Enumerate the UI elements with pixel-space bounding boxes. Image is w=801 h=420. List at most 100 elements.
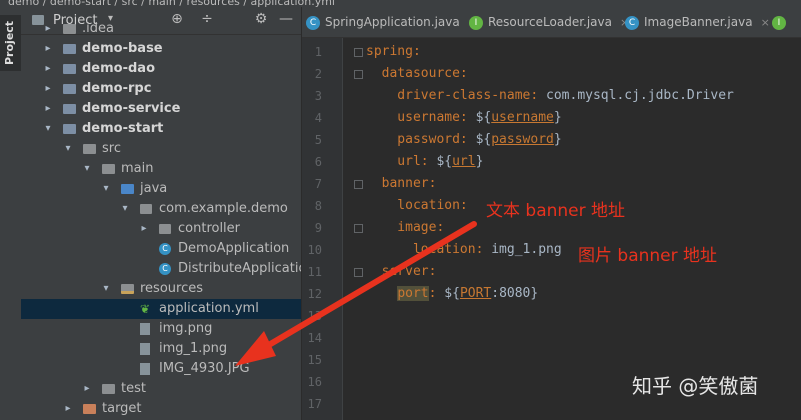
tree-item-label: java	[140, 181, 168, 196]
tree-item[interactable]: ▸ demo-dao	[21, 59, 301, 79]
breadcrumb-text: demo / demo-start / src / main / resourc…	[8, 0, 335, 7]
code-token: image:	[366, 220, 445, 235]
tree-item-label: DistributeApplication	[178, 261, 301, 276]
breadcrumb: demo / demo-start / src / main / resourc…	[0, 0, 801, 7]
tree-item[interactable]: ▸ demo-service	[21, 99, 301, 119]
folder-icon	[102, 384, 115, 394]
tree-item-label: demo-dao	[82, 61, 156, 76]
editor-tab[interactable]: I	[772, 7, 791, 37]
line-number: 3	[314, 89, 322, 103]
tree-item-label: target	[102, 401, 142, 416]
resources-folder-icon	[121, 284, 134, 294]
collapsed-arrow-icon[interactable]: ▸	[43, 39, 53, 59]
collapsed-arrow-icon[interactable]: ▸	[43, 79, 53, 99]
tree-item[interactable]: ▸ demo-base	[21, 39, 301, 59]
close-icon[interactable]: ×	[761, 16, 770, 29]
module-icon	[63, 64, 76, 74]
editor-tab-label: ResourceLoader.java	[488, 15, 612, 29]
code-token: com.mysql.cj.jdbc.Driver	[546, 88, 734, 103]
line-number: 9	[314, 221, 322, 235]
code-editor[interactable]: spring: datasource: driver-class-name: c…	[343, 38, 801, 420]
code-token: }	[553, 132, 562, 147]
target-folder-icon	[83, 404, 96, 414]
collapsed-arrow-icon[interactable]: ▸	[43, 59, 53, 79]
line-number: 14	[307, 331, 322, 345]
tree-item[interactable]: ▾ resources	[21, 279, 301, 299]
expanded-arrow-icon[interactable]: ▾	[43, 119, 53, 139]
line-number: 16	[307, 375, 322, 389]
tree-item[interactable]: ▾ com.example.demo	[21, 199, 301, 219]
tree-item[interactable]: img_1.png	[21, 339, 301, 359]
class-icon: C	[625, 15, 639, 30]
editor-tab[interactable]: CSpringApplication.java×	[306, 7, 477, 37]
code-line: port: ${PORT:8080}	[366, 283, 538, 305]
code-line: spring:	[366, 41, 421, 63]
tree-item-label: src	[102, 141, 121, 156]
editor-tab[interactable]: IResourceLoader.java×	[469, 7, 629, 37]
tree-item[interactable]: ▾ demo-start	[21, 119, 301, 139]
java-source-folder-icon	[121, 184, 134, 194]
line-number: 5	[314, 133, 322, 147]
tree-item[interactable]: ▸ target	[21, 399, 301, 419]
tree-item-label: com.example.demo	[159, 201, 288, 216]
package-icon	[159, 224, 171, 234]
code-token: username	[491, 110, 554, 125]
collapsed-arrow-icon[interactable]: ▸	[82, 379, 92, 399]
code-token: username:	[366, 110, 476, 125]
code-line: driver-class-name: com.mysql.cj.jdbc.Dri…	[366, 85, 734, 107]
collapsed-arrow-icon[interactable]: ▸	[43, 19, 53, 39]
code-token: PORT	[459, 286, 492, 301]
expanded-arrow-icon[interactable]: ▾	[120, 199, 130, 219]
image-file-icon	[140, 343, 150, 355]
tree-item[interactable]: IMG_4930.JPG	[21, 359, 301, 379]
editor-tab[interactable]: C ImageBanner.java ×	[625, 7, 770, 37]
editor-tab-bar: CSpringApplication.java×IResourceLoader.…	[302, 7, 801, 38]
code-token: img_1.png	[491, 242, 562, 257]
code-token: banner:	[366, 176, 437, 191]
code-token: ${	[444, 286, 460, 301]
folder-icon	[83, 144, 96, 154]
image-file-icon	[140, 363, 150, 375]
collapsed-arrow-icon[interactable]: ▸	[139, 219, 149, 239]
tree-item[interactable]: ▸ test	[21, 379, 301, 399]
code-line: location: img_1.png	[366, 239, 562, 261]
code-token: port	[397, 286, 429, 301]
line-number: 12	[307, 287, 322, 301]
tree-item[interactable]: ❦ application.yml	[21, 299, 301, 319]
expanded-arrow-icon[interactable]: ▾	[101, 179, 111, 199]
editor-tab-label: SpringApplication.java	[325, 15, 460, 29]
code-token: password	[491, 132, 554, 147]
annotation-text-banner: 文本 banner 地址	[486, 201, 626, 221]
code-token: }	[475, 154, 484, 169]
folder-icon	[102, 164, 115, 174]
tree-item[interactable]: ▾ java	[21, 179, 301, 199]
line-number: 10	[307, 243, 322, 257]
package-icon	[140, 204, 152, 214]
code-token: :	[428, 286, 445, 301]
line-number: 2	[314, 67, 322, 81]
code-line: datasource:	[366, 63, 468, 85]
expanded-arrow-icon[interactable]: ▾	[63, 139, 73, 159]
code-token: location:	[366, 198, 468, 213]
collapsed-arrow-icon[interactable]: ▸	[43, 99, 53, 119]
line-number: 15	[307, 353, 322, 367]
expanded-arrow-icon[interactable]: ▾	[101, 279, 111, 299]
tree-item[interactable]: ▾ src	[21, 139, 301, 159]
tree-item[interactable]: ▸ .idea	[21, 19, 301, 39]
tree-item[interactable]: ▸ controller	[21, 219, 301, 239]
tree-item-label: resources	[140, 281, 204, 296]
tree-item[interactable]: ▾ main	[21, 159, 301, 179]
tree-item[interactable]: C DemoApplication	[21, 239, 301, 259]
collapsed-arrow-icon[interactable]: ▸	[63, 399, 73, 419]
tool-window-strip: Project	[0, 7, 22, 420]
code-token: server:	[366, 264, 437, 279]
interface-icon: I	[469, 15, 483, 30]
expanded-arrow-icon[interactable]: ▾	[82, 159, 92, 179]
tree-item[interactable]: img.png	[21, 319, 301, 339]
code-token: ${	[475, 132, 492, 147]
tree-item-label: demo-service	[82, 101, 181, 116]
line-number: 4	[314, 111, 322, 125]
project-tool-tab[interactable]: Project	[0, 15, 21, 71]
tree-item[interactable]: ▸ demo-rpc	[21, 79, 301, 99]
tree-item[interactable]: C DistributeApplication	[21, 259, 301, 279]
